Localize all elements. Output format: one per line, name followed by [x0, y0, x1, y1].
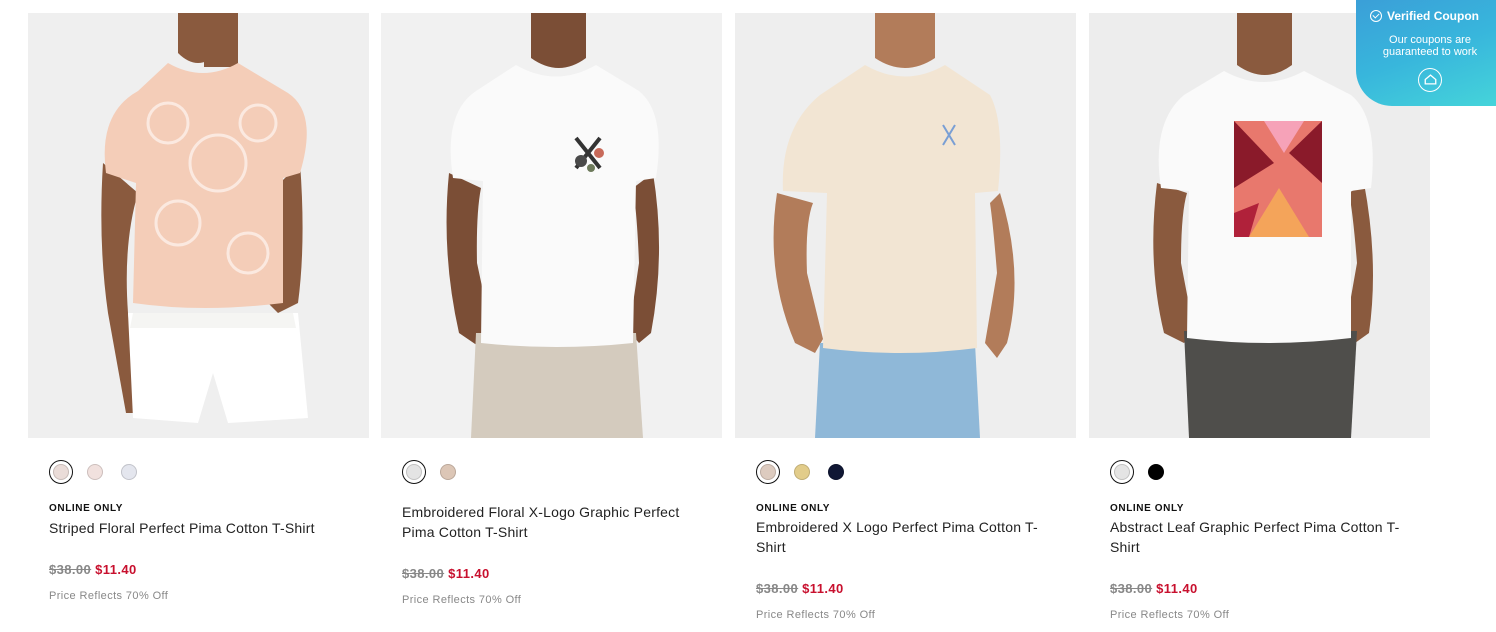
coupon-title: Verified Coupon — [1387, 9, 1480, 23]
color-swatch[interactable] — [1110, 460, 1134, 484]
color-swatches — [49, 459, 151, 485]
sale-price: $11.40 — [802, 581, 844, 596]
product-price: $38.00 $11.40 — [402, 566, 490, 581]
swatch-color — [1114, 464, 1130, 480]
coupon-logo-icon — [1418, 68, 1442, 92]
swatch-color — [1148, 464, 1164, 480]
color-swatch[interactable] — [790, 460, 814, 484]
color-swatches — [402, 459, 470, 485]
online-only-badge: ONLINE ONLY — [1110, 503, 1185, 514]
verified-coupon-widget[interactable]: Verified Coupon Our coupons are guarante… — [1356, 0, 1496, 106]
original-price: $38.00 — [49, 562, 92, 577]
product-title[interactable]: Abstract Leaf Graphic Perfect Pima Cotto… — [1110, 517, 1410, 557]
price-note: Price Reflects 70% Off — [756, 609, 876, 621]
product-card: ONLINE ONLY Striped Floral Perfect Pima … — [28, 13, 369, 632]
swatch-color — [760, 464, 776, 480]
product-title[interactable]: Embroidered Floral X-Logo Graphic Perfec… — [402, 502, 702, 542]
color-swatch[interactable] — [117, 460, 141, 484]
color-swatch[interactable] — [824, 460, 848, 484]
sale-price: $11.40 — [95, 562, 137, 577]
product-image[interactable] — [28, 13, 369, 438]
price-note: Price Reflects 70% Off — [1110, 609, 1230, 621]
product-image[interactable] — [735, 13, 1076, 438]
sale-price: $11.40 — [448, 566, 490, 581]
sale-price: $11.40 — [1156, 581, 1198, 596]
product-image[interactable] — [381, 13, 722, 438]
swatch-color — [828, 464, 844, 480]
product-title[interactable]: Embroidered X Logo Perfect Pima Cotton T… — [756, 517, 1056, 557]
online-only-badge: ONLINE ONLY — [49, 503, 124, 514]
price-note: Price Reflects 70% Off — [49, 590, 169, 602]
product-card: ONLINE ONLY Abstract Leaf Graphic Perfec… — [1089, 13, 1430, 632]
product-card: ONLINE ONLY Embroidered X Logo Perfect P… — [735, 13, 1076, 632]
original-price: $38.00 — [402, 566, 445, 581]
swatch-color — [121, 464, 137, 480]
coupon-subtitle: Our coupons are guaranteed to work — [1382, 34, 1478, 58]
original-price: $38.00 — [1110, 581, 1153, 596]
color-swatch[interactable] — [49, 460, 73, 484]
swatch-color — [440, 464, 456, 480]
swatch-color — [53, 464, 69, 480]
swatch-color — [794, 464, 810, 480]
original-price: $38.00 — [756, 581, 799, 596]
online-only-badge: ONLINE ONLY — [756, 503, 831, 514]
color-swatches — [756, 459, 858, 485]
coupon-header: Verified Coupon — [1370, 9, 1479, 23]
swatch-color — [87, 464, 103, 480]
product-grid: ONLINE ONLY Striped Floral Perfect Pima … — [28, 13, 1438, 632]
product-title[interactable]: Striped Floral Perfect Pima Cotton T-Shi… — [49, 518, 349, 538]
check-circle-icon — [1370, 10, 1382, 22]
color-swatch[interactable] — [436, 460, 460, 484]
product-price: $38.00 $11.40 — [1110, 581, 1198, 596]
color-swatch[interactable] — [83, 460, 107, 484]
product-price: $38.00 $11.40 — [756, 581, 844, 596]
color-swatch[interactable] — [756, 460, 780, 484]
swatch-color — [406, 464, 422, 480]
color-swatch[interactable] — [402, 460, 426, 484]
price-note: Price Reflects 70% Off — [402, 594, 522, 606]
color-swatches — [1110, 459, 1178, 485]
product-price: $38.00 $11.40 — [49, 562, 137, 577]
color-swatch[interactable] — [1144, 460, 1168, 484]
product-card: Embroidered Floral X-Logo Graphic Perfec… — [381, 13, 722, 632]
